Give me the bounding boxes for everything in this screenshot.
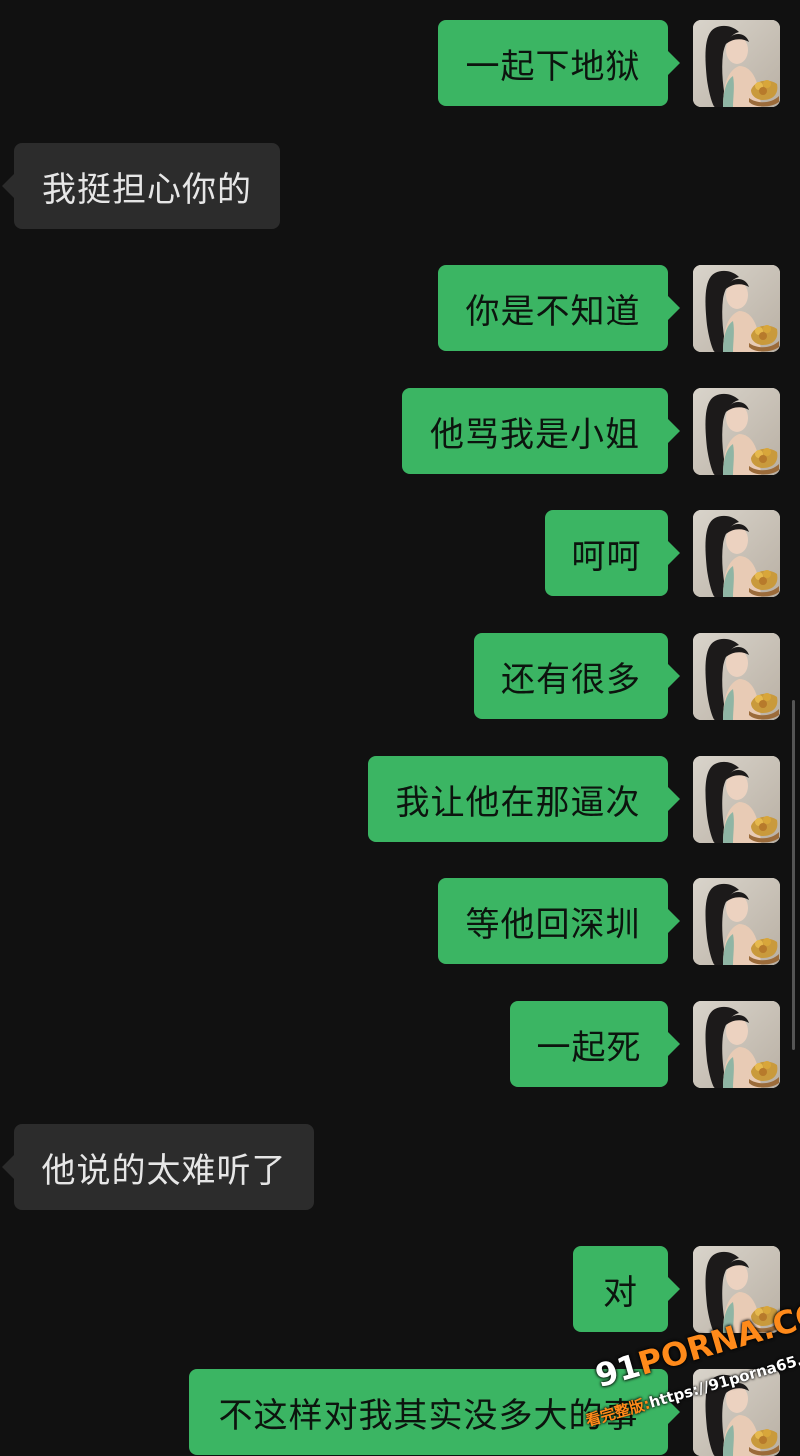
message-row-outgoing: 还有很多 [0,633,800,720]
message-bubble-outgoing[interactable]: 一起下地狱 [438,20,680,106]
message-row-outgoing: 你是不知道 [0,265,800,352]
message-text: 等他回深圳 [465,904,641,945]
message-text: 他说的太难听了 [41,1150,287,1191]
user-avatar[interactable] [693,510,780,597]
watermark-label: 看完整版: [583,1394,653,1430]
message-row-incoming: 我挺担心你的 [0,143,800,229]
message-bubble-incoming[interactable]: 我挺担心你的 [2,143,280,229]
user-avatar[interactable] [693,1001,780,1088]
message-bubble-outgoing[interactable]: 你是不知道 [438,265,680,351]
message-bubble-outgoing[interactable]: 还有很多 [474,633,680,719]
message-text: 一起死 [536,1027,642,1068]
message-row-outgoing: 等他回深圳 [0,878,800,965]
message-bubble-outgoing[interactable]: 一起死 [510,1001,680,1087]
message-bubble-outgoing[interactable]: 我让他在那逼次 [368,756,680,842]
chat-message-list[interactable]: 一起下地狱 我挺担心你的 你是不知道 他骂我是小姐 呵呵 还有很多 我让他在那逼… [0,0,800,1456]
message-text: 我挺担心你的 [42,169,252,210]
user-avatar[interactable] [693,878,780,965]
message-bubble-outgoing[interactable]: 等他回深圳 [438,878,680,964]
message-bubble-incoming[interactable]: 他说的太难听了 [2,1124,314,1210]
user-avatar[interactable] [693,388,780,475]
scrollbar[interactable] [792,700,795,1050]
message-row-outgoing: 他骂我是小姐 [0,388,800,475]
message-text: 对 [603,1272,638,1313]
user-avatar[interactable] [693,756,780,843]
message-row-outgoing: 一起下地狱 [0,20,800,107]
message-bubble-outgoing[interactable]: 他骂我是小姐 [402,388,680,474]
message-text: 我让他在那逼次 [395,782,641,823]
user-avatar[interactable] [693,265,780,352]
user-avatar[interactable] [693,633,780,720]
message-row-incoming: 他说的太难听了 [0,1124,800,1210]
message-row-outgoing: 我让他在那逼次 [0,756,800,843]
user-avatar[interactable] [693,20,780,107]
message-text: 一起下地狱 [465,46,641,87]
message-text: 你是不知道 [465,291,641,332]
message-row-outgoing: 一起死 [0,1001,800,1088]
message-text: 呵呵 [571,536,642,577]
message-bubble-outgoing[interactable]: 呵呵 [545,510,680,596]
message-text: 还有很多 [501,659,641,700]
message-text: 他骂我是小姐 [430,414,640,455]
message-row-outgoing: 呵呵 [0,510,800,597]
message-text: 不这样对我其实没多大的事 [218,1395,639,1436]
